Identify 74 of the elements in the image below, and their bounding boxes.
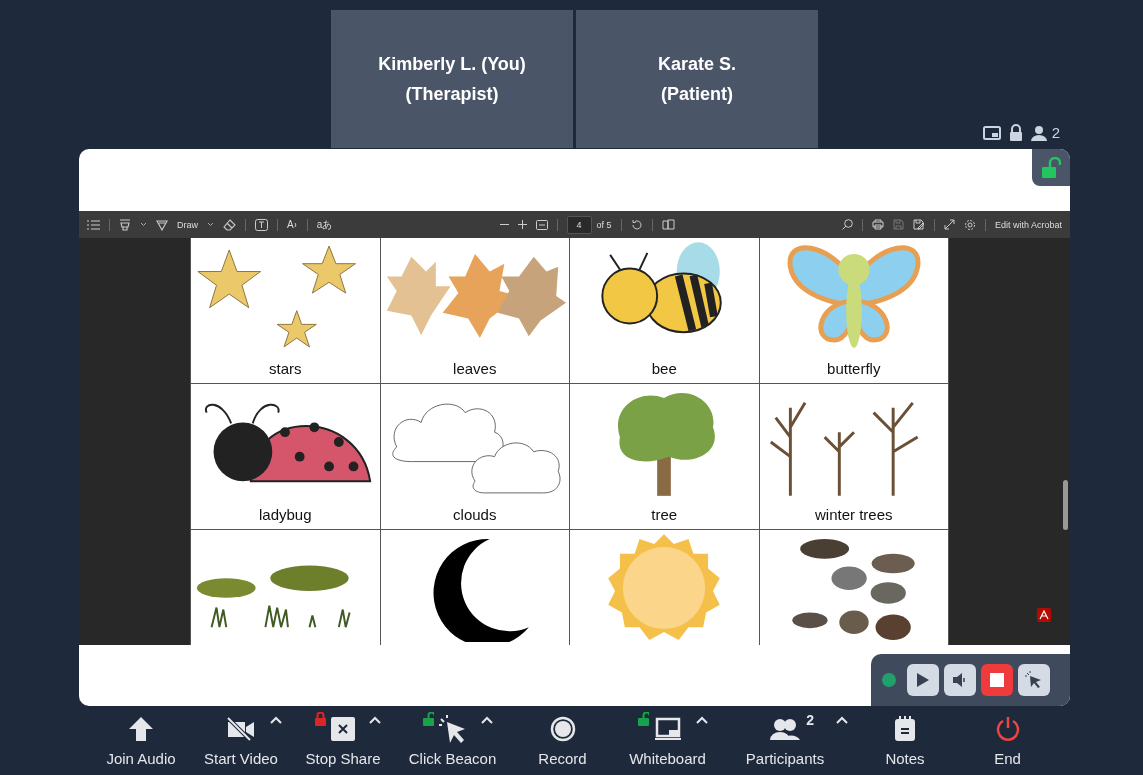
rotate-icon[interactable] — [630, 218, 643, 231]
toolbar-button[interactable]: End — [960, 714, 1055, 767]
search-icon[interactable] — [841, 219, 853, 230]
fullscreen-icon[interactable] — [943, 219, 955, 230]
participant-role: (Patient) — [661, 83, 733, 106]
caret-icon[interactable] — [369, 716, 381, 724]
participant-role: (Therapist) — [405, 83, 499, 106]
participant-name: Karate S. — [657, 53, 736, 76]
caret-icon[interactable] — [695, 716, 708, 724]
power-icon[interactable] — [994, 716, 1021, 742]
save-as-icon[interactable] — [912, 219, 925, 230]
lock-icon — [1041, 156, 1061, 179]
participant-name: Kimberly L. (You) — [378, 53, 526, 76]
participant-count: 2 — [806, 712, 814, 728]
print-icon[interactable] — [871, 219, 884, 230]
stop-share-icon[interactable] — [331, 717, 355, 741]
draw-label[interactable]: Draw — [177, 219, 198, 230]
toolbar-button[interactable]: 2 Participants — [720, 714, 850, 767]
picture-label: tree — [651, 506, 678, 523]
whiteboard-icon[interactable] — [653, 717, 682, 741]
picture-label: ladybug — [258, 506, 312, 523]
highlighter-icon[interactable] — [119, 218, 131, 231]
zoom-in-icon[interactable] — [517, 220, 527, 229]
picture-label: winter trees — [815, 506, 893, 523]
person-icon[interactable] — [1030, 124, 1047, 141]
play-button[interactable] — [907, 664, 939, 696]
read-aloud-button[interactable]: A — [287, 219, 298, 230]
cursor-icon — [1025, 671, 1043, 689]
caret-icon[interactable] — [480, 716, 493, 724]
page-total: of 5 — [596, 219, 612, 230]
draw-icon[interactable] — [156, 218, 168, 231]
picture-label: leaves — [453, 360, 497, 377]
picture-label: bee — [651, 360, 677, 377]
notes-icon[interactable] — [894, 716, 916, 742]
chevron-icon[interactable] — [140, 222, 147, 227]
toolbar-button[interactable]: Notes — [850, 714, 960, 767]
fit-page-icon[interactable] — [535, 219, 548, 230]
upload-arrow-icon[interactable] — [128, 716, 154, 742]
settings-icon[interactable] — [963, 218, 976, 231]
stop-button[interactable] — [981, 664, 1013, 696]
toolbar-button[interactable]: Join Audio — [91, 714, 191, 767]
contents-icon[interactable] — [87, 219, 100, 230]
picture-in-picture-icon[interactable] — [982, 125, 1001, 140]
participant-count: 2 — [1051, 124, 1060, 141]
toolbar-button[interactable]: Click Beacon — [395, 714, 510, 767]
people-icon[interactable] — [770, 718, 800, 740]
scrollbar-thumb[interactable] — [1063, 480, 1068, 530]
lock-icon[interactable] — [1008, 124, 1023, 141]
play-icon — [916, 672, 930, 688]
toolbar-button[interactable]: Start Video — [191, 714, 291, 767]
video-off-icon[interactable] — [226, 717, 256, 741]
toolbar-button[interactable]: Whiteboard — [615, 714, 720, 767]
caret-icon[interactable] — [836, 716, 848, 724]
speaker-icon — [952, 672, 968, 688]
toolbar-button[interactable]: Stop Share — [291, 714, 395, 767]
chevron-icon[interactable] — [207, 222, 214, 227]
share-lock-button[interactable] — [1032, 149, 1070, 186]
cursor-icon[interactable] — [438, 715, 467, 743]
caret-icon[interactable] — [270, 716, 282, 724]
page-number-field[interactable]: 4 — [566, 215, 592, 234]
click-beacon-button[interactable] — [1018, 664, 1050, 696]
audio-button[interactable] — [944, 664, 976, 696]
edit-with-acrobat-button[interactable]: Edit with Acrobat — [994, 219, 1062, 230]
eraser-icon[interactable] — [223, 218, 236, 231]
text-box-icon[interactable] — [255, 218, 268, 231]
toolbar-button[interactable]: Record — [510, 714, 615, 767]
picture-label: stars — [269, 360, 302, 377]
stop-icon — [990, 673, 1004, 687]
picture-label: butterfly — [827, 360, 881, 377]
picture-label: clouds — [453, 506, 497, 523]
record-icon[interactable] — [549, 716, 576, 742]
translate-button[interactable]: aあ — [316, 217, 333, 232]
sound-wave-icon — [293, 222, 298, 228]
page-view-icon[interactable] — [661, 219, 675, 230]
